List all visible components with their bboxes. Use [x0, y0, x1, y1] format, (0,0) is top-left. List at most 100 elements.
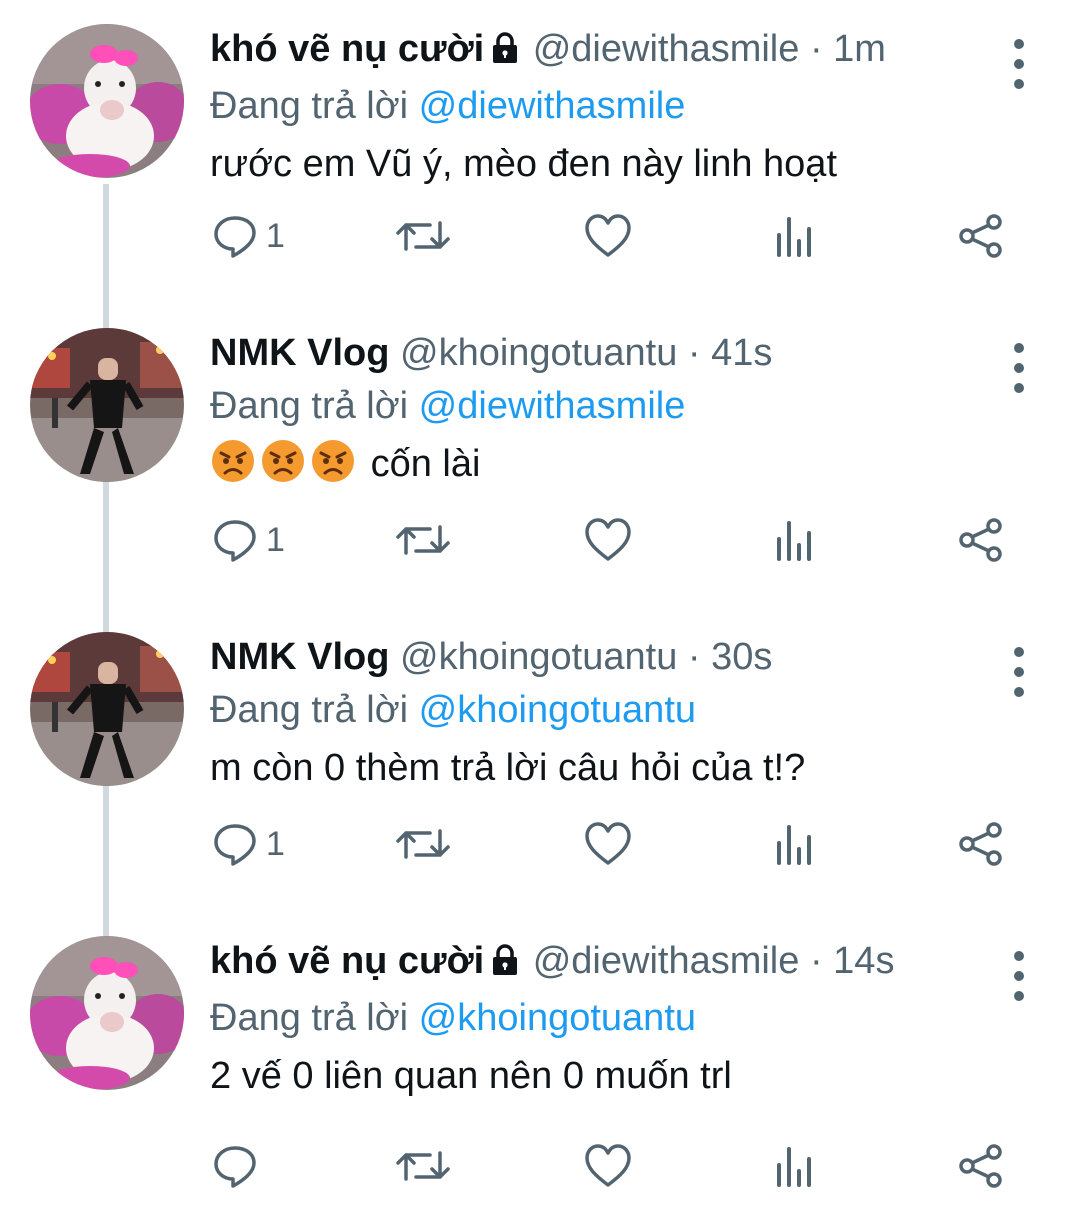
reply-mention[interactable]: @khoingotuantu: [419, 689, 696, 731]
share-icon: [959, 518, 1002, 562]
angry-face-icon: [310, 438, 356, 504]
tweet-header: NMK Vlog @khoingotuantu · 30s: [210, 628, 1019, 686]
more-options-button[interactable]: [1007, 334, 1031, 406]
reply-button[interactable]: 1: [212, 814, 285, 874]
lock-icon: [490, 936, 520, 994]
display-name[interactable]: NMK Vlog: [210, 332, 389, 374]
views-button[interactable]: [774, 814, 814, 874]
like-button[interactable]: [584, 510, 632, 570]
views-icon: [777, 217, 811, 257]
like-icon: [585, 214, 631, 257]
reply-button[interactable]: [212, 1136, 266, 1196]
views-button[interactable]: [774, 1136, 814, 1196]
avatar[interactable]: [30, 24, 184, 178]
angry-face-icon: [260, 438, 306, 504]
tweet-header: NMK Vlog @khoingotuantu · 41s: [210, 324, 1019, 382]
display-name[interactable]: khó vẽ nụ cười: [210, 940, 484, 982]
reply-prefix: Đang trả lời: [210, 997, 409, 1039]
like-button[interactable]: [584, 814, 632, 874]
street-man-avatar-image: [30, 328, 184, 482]
reply-mention[interactable]: @diewithasmile: [419, 385, 686, 427]
more-icon: [1014, 343, 1024, 393]
separator: ·: [809, 940, 823, 982]
reply-count: 1: [266, 216, 285, 255]
retweet-button[interactable]: [396, 814, 450, 874]
share-icon: [959, 1144, 1002, 1188]
reply-mention[interactable]: @khoingotuantu: [419, 997, 696, 1039]
separator: ·: [687, 332, 701, 374]
avatar[interactable]: [30, 632, 184, 786]
reply-mention[interactable]: @diewithasmile: [419, 85, 686, 127]
retweet-button[interactable]: [396, 510, 450, 570]
handle[interactable]: @khoingotuantu: [400, 332, 677, 374]
share-button[interactable]: [958, 206, 1004, 266]
more-icon: [1014, 951, 1024, 1001]
replying-to: Đang trả lời @khoingotuantu: [210, 994, 1019, 1042]
timestamp[interactable]: 30s: [711, 636, 772, 678]
more-options-button[interactable]: [1007, 638, 1031, 710]
retweet-button[interactable]: [396, 1136, 450, 1196]
views-icon: [777, 1147, 811, 1187]
timestamp[interactable]: 41s: [711, 332, 772, 374]
more-options-button[interactable]: [1007, 30, 1031, 102]
reply-prefix: Đang trả lời: [210, 689, 409, 731]
retweet-button[interactable]: [396, 206, 450, 266]
tweet-text: rước em Vũ ý, mèo đen này linh hoạt: [210, 143, 837, 185]
reply-button[interactable]: 1: [212, 206, 285, 266]
share-icon: [959, 822, 1002, 866]
dog-avatar-image: [30, 936, 184, 1090]
handle[interactable]: @khoingotuantu: [400, 636, 677, 678]
angry-face-icon: [210, 438, 256, 504]
replying-to: Đang trả lời @diewithasmile: [210, 82, 1019, 130]
reply-icon: [214, 1146, 256, 1188]
retweet-icon: [396, 221, 450, 251]
tweet[interactable]: khó vẽ nụ cười @diewithasmile · 1m Đang …: [0, 0, 1079, 304]
tweet-header: khó vẽ nụ cười @diewithasmile · 1m: [210, 20, 1019, 82]
replying-to: Đang trả lời @khoingotuantu: [210, 686, 1019, 734]
more-icon: [1014, 39, 1024, 89]
reply-icon: [214, 520, 256, 562]
handle[interactable]: @diewithasmile: [533, 940, 800, 982]
retweet-icon: [396, 829, 450, 859]
tweet-header: khó vẽ nụ cười @diewithasmile · 14s: [210, 932, 1019, 994]
like-button[interactable]: [584, 1136, 632, 1196]
tweet-text: m còn 0 thèm trả lời câu hỏi của t!?: [210, 747, 806, 789]
like-icon: [585, 1144, 631, 1187]
avatar[interactable]: [30, 936, 184, 1090]
tweet[interactable]: NMK Vlog @khoingotuantu · 30s Đang trả l…: [0, 608, 1079, 912]
lock-icon: [490, 24, 520, 82]
more-options-button[interactable]: [1007, 942, 1031, 1014]
tweet-actions: 1: [212, 510, 1012, 570]
share-button[interactable]: [958, 1136, 1004, 1196]
like-button[interactable]: [584, 206, 632, 266]
tweet-actions: [212, 1136, 1012, 1196]
share-button[interactable]: [958, 814, 1004, 874]
reply-button[interactable]: 1: [212, 510, 285, 570]
tweet-actions: 1: [212, 814, 1012, 874]
views-button[interactable]: [774, 206, 814, 266]
tweet-body: cốn lài: [210, 432, 1019, 504]
timestamp[interactable]: 14s: [833, 940, 894, 982]
tweet-text: 2 vế 0 liên quan nên 0 muốn trl: [210, 1055, 732, 1097]
tweet[interactable]: khó vẽ nụ cười @diewithasmile · 14s Đang…: [0, 912, 1079, 1216]
avatar[interactable]: [30, 328, 184, 482]
like-icon: [585, 822, 631, 865]
share-button[interactable]: [958, 510, 1004, 570]
timestamp[interactable]: 1m: [833, 28, 886, 70]
tweet[interactable]: NMK Vlog @khoingotuantu · 41s Đang trả l…: [0, 304, 1079, 608]
reply-prefix: Đang trả lời: [210, 85, 409, 127]
replying-to: Đang trả lời @diewithasmile: [210, 382, 1019, 430]
display-name[interactable]: NMK Vlog: [210, 636, 389, 678]
more-icon: [1014, 647, 1024, 697]
like-icon: [585, 518, 631, 561]
reply-count: 1: [266, 824, 285, 863]
views-button[interactable]: [774, 510, 814, 570]
handle[interactable]: @diewithasmile: [533, 28, 800, 70]
retweet-icon: [396, 525, 450, 555]
share-icon: [959, 214, 1002, 258]
views-icon: [777, 521, 811, 561]
street-man-avatar-image: [30, 632, 184, 786]
separator: ·: [687, 636, 701, 678]
reply-count: 1: [266, 520, 285, 559]
display-name[interactable]: khó vẽ nụ cười: [210, 28, 484, 70]
